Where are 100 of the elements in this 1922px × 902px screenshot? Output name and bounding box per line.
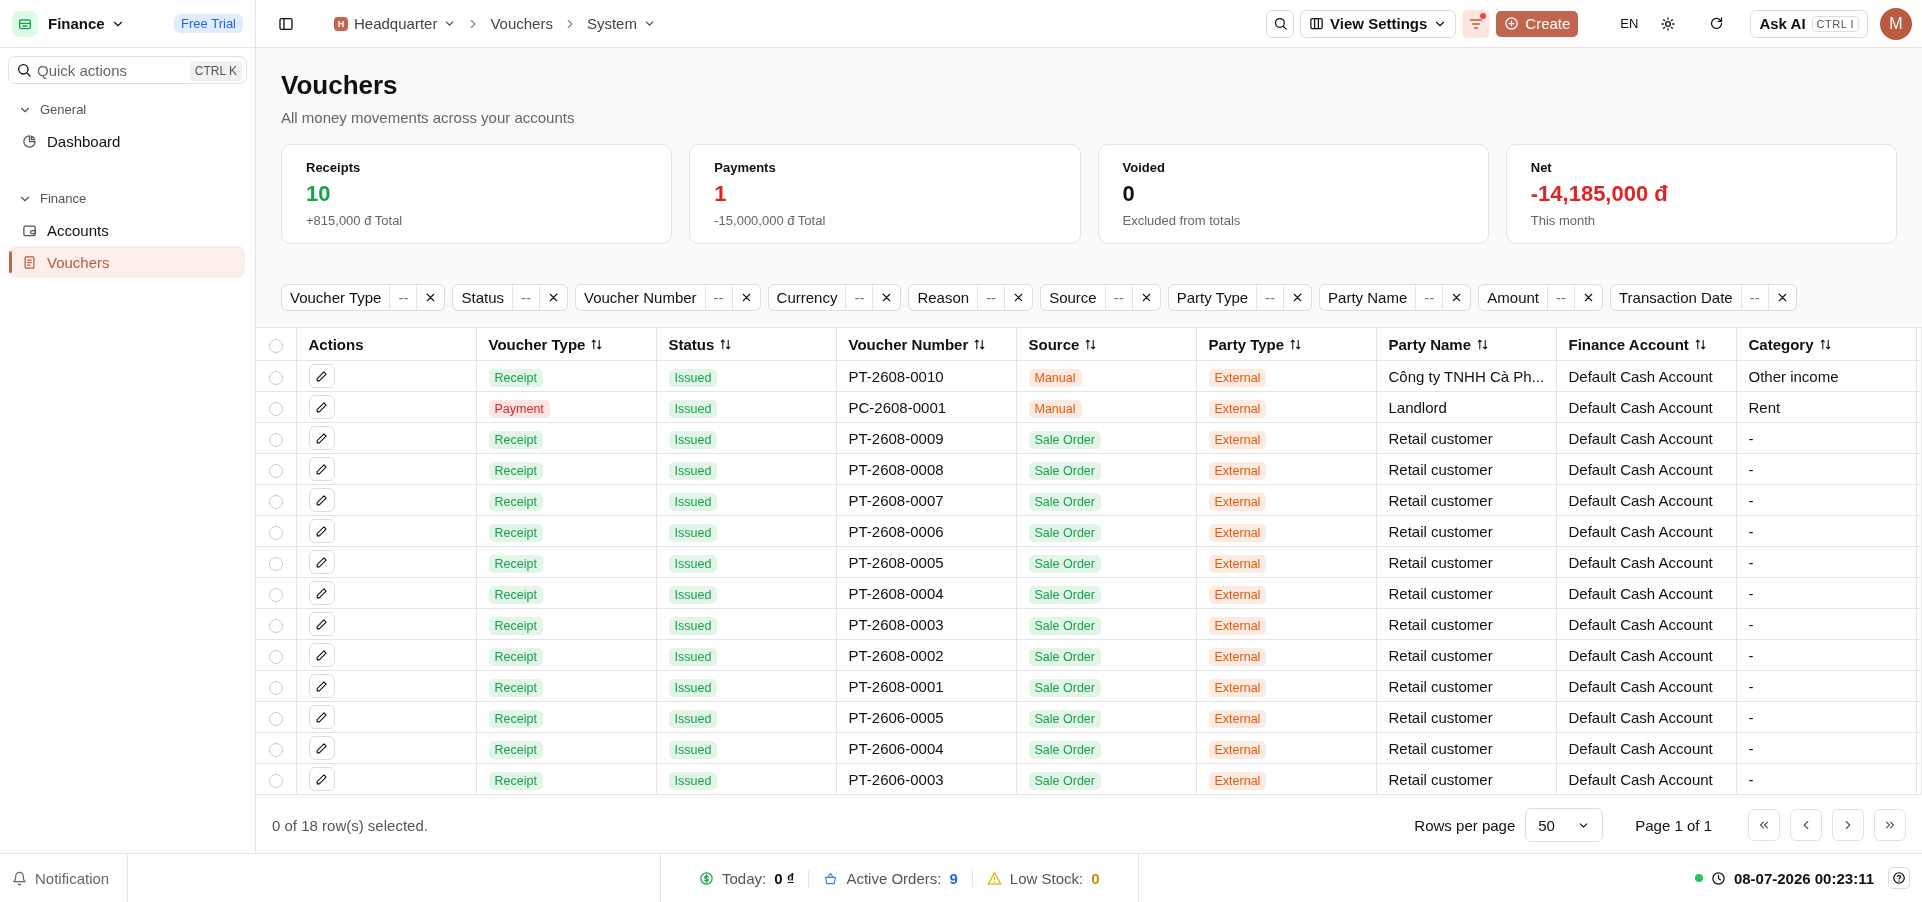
edit-button[interactable] [308, 767, 335, 791]
row-checkbox[interactable] [268, 587, 283, 602]
row-checkbox[interactable] [268, 494, 283, 509]
table-cell: Retail customer [1388, 615, 1493, 633]
filter-chip[interactable]: Amount -- [1478, 284, 1603, 311]
edit-button[interactable] [308, 395, 335, 419]
row-checkbox[interactable] [268, 618, 283, 633]
filter-button[interactable] [1462, 9, 1491, 38]
sort-icon [1693, 337, 1707, 351]
selection-count: 0 of 18 row(s) selected. [272, 816, 429, 834]
edit-button[interactable] [308, 612, 335, 636]
row-checkbox[interactable] [268, 556, 283, 571]
table-cell: Other income [1748, 367, 1839, 385]
edit-button[interactable] [308, 488, 335, 512]
breadcrumb-link[interactable]: System [582, 13, 660, 34]
status-tag: External [1208, 492, 1267, 511]
notification-button[interactable]: Notification [0, 854, 128, 902]
filter-chip[interactable]: Currency -- [767, 284, 902, 311]
status-tag: Receipt [488, 523, 543, 542]
column-header[interactable]: Finance Account [1556, 328, 1736, 361]
user-avatar[interactable]: M [1880, 7, 1912, 40]
today-value: 0 ₫ [774, 869, 795, 887]
row-checkbox[interactable] [268, 649, 283, 664]
status-tag: External [1208, 554, 1267, 573]
column-header[interactable]: Status [656, 328, 836, 361]
column-header[interactable]: Party Type [1196, 328, 1376, 361]
filter-chip[interactable]: Voucher Number -- [575, 284, 761, 311]
table-cell: PC-2608-0001 [848, 398, 947, 416]
edit-button[interactable] [308, 550, 335, 574]
first-page-button[interactable] [1748, 809, 1780, 841]
pencil-icon [315, 586, 328, 600]
row-checkbox[interactable] [268, 742, 283, 757]
edit-button[interactable] [308, 364, 335, 388]
status-tag: Sale Order [1028, 461, 1101, 480]
sidebar-group-toggle[interactable]: General [16, 100, 245, 119]
chart-icon [22, 133, 37, 149]
filter-chip[interactable]: Source -- [1040, 284, 1161, 311]
shortcut-hint: CTRL K [189, 61, 242, 81]
edit-button[interactable] [308, 674, 335, 698]
status-tag: Sale Order [1028, 523, 1101, 542]
sort-icon [719, 337, 733, 351]
filter-chip[interactable]: Party Name -- [1319, 284, 1472, 311]
column-header[interactable]: Voucher Number [836, 328, 1016, 361]
app-switcher[interactable]: Finance [46, 13, 127, 34]
table-cell: Default Cash Account [1568, 553, 1713, 571]
row-checkbox[interactable] [268, 680, 283, 695]
filter-chip[interactable]: Transaction Date -- [1610, 284, 1797, 311]
status-tag: Sale Order [1028, 647, 1101, 666]
filter-chip[interactable]: Status -- [452, 284, 568, 311]
filter-chip[interactable]: Reason -- [908, 284, 1034, 311]
status-tag: Receipt [488, 461, 543, 480]
help-button[interactable] [1888, 867, 1910, 889]
table-cell: PT-2608-0002 [848, 646, 944, 664]
status-tag: Receipt [488, 368, 543, 387]
table-cell: Default Cash Account [1568, 460, 1713, 478]
status-tag: Issued [668, 647, 718, 666]
column-header[interactable]: Source [1016, 328, 1196, 361]
language-button[interactable]: EN [1610, 16, 1649, 31]
sidebar-item[interactable]: Accounts [10, 214, 245, 246]
filter-chip[interactable]: Voucher Type -- [281, 284, 446, 311]
row-checkbox[interactable] [268, 432, 283, 447]
sidebar-item[interactable]: Vouchers [10, 246, 245, 278]
table-cell: - [1748, 522, 1754, 540]
plan-badge: Free Trial [174, 14, 243, 33]
column-header[interactable]: Party Name [1376, 328, 1556, 361]
sidebar-item[interactable]: Dashboard [10, 125, 245, 157]
edit-button[interactable] [308, 519, 335, 543]
plus-circle-icon [1504, 16, 1520, 31]
row-checkbox[interactable] [268, 463, 283, 478]
create-button[interactable]: Create [1496, 10, 1579, 37]
edit-button[interactable] [308, 426, 335, 450]
row-checkbox[interactable] [268, 525, 283, 540]
ask-ai-button[interactable]: Ask AI CTRL I [1750, 9, 1868, 38]
row-checkbox[interactable] [268, 711, 283, 726]
breadcrumb-link[interactable]: H Headquarter [330, 13, 461, 34]
column-header[interactable]: Category [1736, 328, 1916, 361]
status-tag: External [1208, 430, 1267, 449]
column-header[interactable]: Voucher Type [476, 328, 656, 361]
status-tag: Receipt [488, 678, 543, 697]
sort-icon [1818, 337, 1832, 351]
pencil-icon [315, 710, 328, 724]
edit-button[interactable] [308, 581, 335, 605]
last-page-button[interactable] [1874, 809, 1906, 841]
select-all-checkbox[interactable] [268, 338, 283, 353]
edit-button[interactable] [308, 705, 335, 729]
breadcrumb-link[interactable]: Vouchers [486, 13, 557, 34]
edit-button[interactable] [308, 457, 335, 481]
rows-per-page-select[interactable]: 50 [1525, 808, 1604, 842]
edit-button[interactable] [308, 643, 335, 667]
edit-button[interactable] [308, 736, 335, 760]
view-settings-button[interactable]: View Settings [1300, 9, 1457, 38]
status-tag: Issued [668, 616, 718, 635]
sidebar-group-toggle[interactable]: Finance [16, 189, 245, 208]
row-checkbox[interactable] [268, 370, 283, 385]
search-button[interactable] [1266, 9, 1295, 38]
table-cell: PT-2608-0006 [848, 522, 944, 540]
table-cell: PT-2606-0005 [848, 708, 944, 726]
row-checkbox[interactable] [268, 401, 283, 416]
filter-chip[interactable]: Party Type -- [1167, 284, 1313, 311]
row-checkbox[interactable] [268, 773, 283, 788]
